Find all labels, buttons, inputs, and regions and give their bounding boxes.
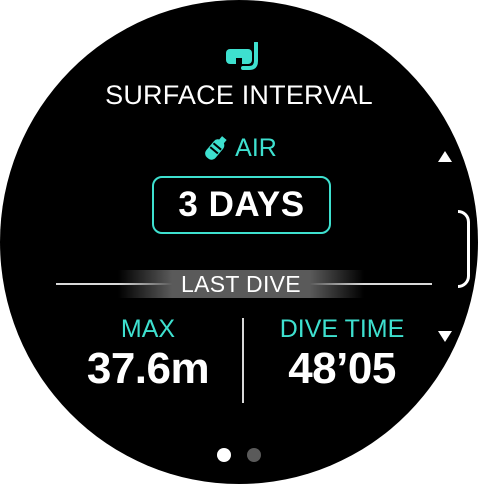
surface-interval-value: 3 DAYS [178,185,305,224]
page-dot-2[interactable] [247,448,261,462]
screen-title: SURFACE INTERVAL [105,80,373,110]
stat-column-divider [242,318,244,403]
diving-mask-snorkel-icon [226,42,258,70]
surface-interval-box: 3 DAYS [152,176,331,234]
dive-time-label: DIVE TIME [279,315,405,343]
last-dive-label: LAST DIVE [181,270,301,297]
dive-time-value: 48’05 [288,344,396,393]
air-tank-icon [205,136,227,160]
scroll-up-arrow-icon[interactable] [438,151,452,162]
dive-time-stat: DIVE TIME 48’05 [262,315,422,394]
max-depth-label: MAX [120,315,176,343]
max-depth-value: 37.6m [86,344,210,393]
page-indicator [0,448,478,462]
gas-label: AIR [235,133,277,162]
watch-face: SURFACE INTERVAL AIR 3 DAYS LAST DIVE MA… [0,0,478,484]
max-depth-stat: MAX 37.6m [68,315,228,394]
scrollbar-thumb[interactable] [458,210,470,288]
gas-indicator: AIR [0,133,478,163]
page-dot-1[interactable] [217,448,231,462]
scroll-down-arrow-icon[interactable] [438,331,452,342]
last-dive-header: LAST DIVE [118,270,364,298]
